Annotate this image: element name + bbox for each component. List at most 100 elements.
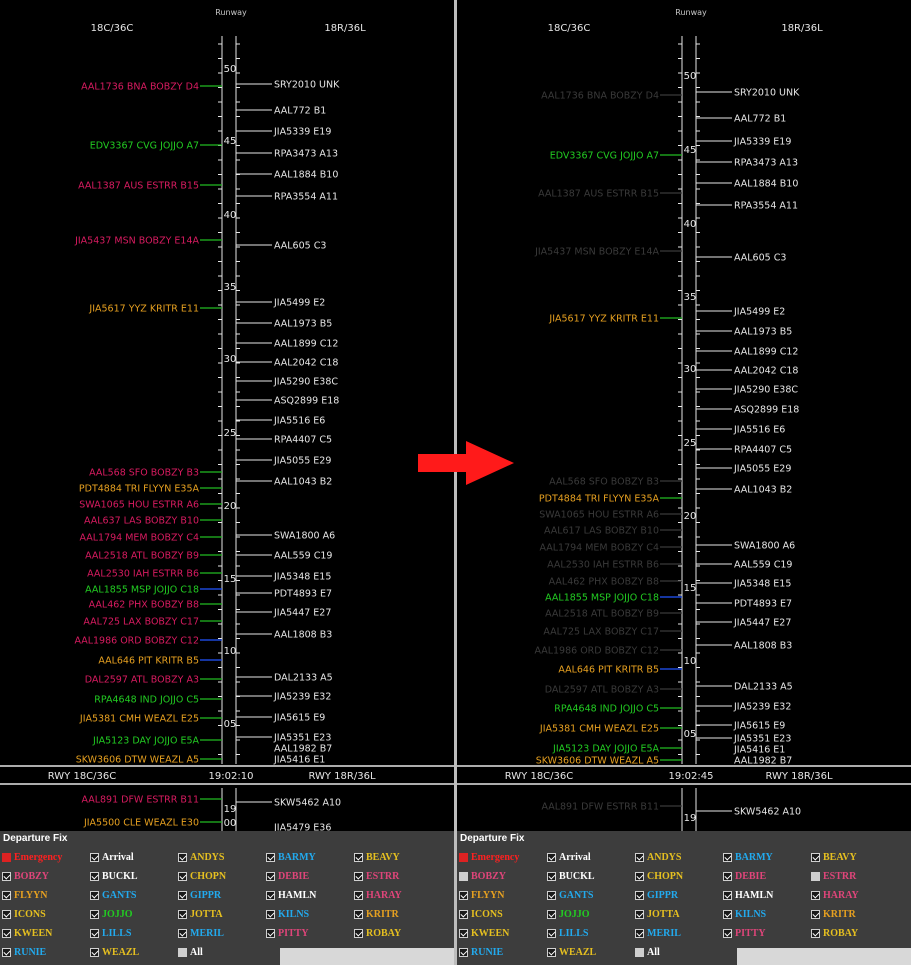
checkbox-icon[interactable]: [266, 891, 275, 900]
fix-checkbox-arrival[interactable]: Arrival: [547, 848, 635, 867]
checkbox-icon[interactable]: [723, 853, 732, 862]
checkbox-icon[interactable]: [547, 910, 556, 919]
arrival-flight-label[interactable]: AAL605 C3: [274, 241, 326, 252]
arrival-flight-label[interactable]: AAL1043 B2: [734, 485, 792, 496]
departure-flight-label[interactable]: AAL462 PHX BOBZY B8: [89, 600, 199, 611]
departure-flight-label[interactable]: AAL2518 ATL BOBZY B9: [545, 609, 659, 620]
checkbox-icon[interactable]: [723, 891, 732, 900]
arrival-flight-label[interactable]: PDT4893 E7: [734, 599, 792, 610]
fix-checkbox-bobzy[interactable]: BOBZY: [459, 867, 547, 886]
departure-flight-label[interactable]: AAL2530 IAH ESTRR B6: [547, 560, 659, 571]
checkbox-icon[interactable]: [2, 891, 11, 900]
departure-flight-label[interactable]: JIA5617 YYZ KRITR E11: [88, 304, 199, 315]
departure-flight-label[interactable]: AAL568 SFO BOBZY B3: [549, 477, 659, 488]
departure-flight-label[interactable]: JIA5123 DAY JOJJO E5A: [552, 744, 659, 755]
departure-flight-label[interactable]: EDV3367 CVG JOJJO A7: [550, 151, 659, 162]
checkbox-icon[interactable]: [811, 853, 820, 862]
fix-checkbox-weazl[interactable]: WEAZL: [90, 943, 178, 962]
departure-flight-label[interactable]: AAL1387 AUS ESTRR B15: [78, 181, 199, 192]
arrival-flight-label[interactable]: JIA5339 E19: [273, 127, 331, 138]
arrival-flight-label[interactable]: ASQ2899 E18: [274, 396, 339, 407]
checkbox-icon[interactable]: [723, 910, 732, 919]
fix-checkbox-weazl[interactable]: WEAZL: [547, 943, 635, 962]
fix-checkbox-all[interactable]: All: [635, 943, 723, 962]
arrival-flight-label[interactable]: AAL2042 C18: [734, 366, 798, 377]
arrival-flight-label[interactable]: SWA1800 A6: [734, 541, 795, 552]
departure-flight-label[interactable]: SWA1065 HOU ESTRR A6: [79, 500, 199, 511]
checkbox-icon[interactable]: [90, 948, 99, 957]
checkbox-icon[interactable]: [723, 872, 732, 881]
departure-flight-label[interactable]: AAL1794 MEM BOBZY C4: [79, 533, 199, 544]
arrival-flight-label[interactable]: SRY2010 UNK: [734, 88, 800, 99]
arrival-flight-label[interactable]: SWA1800 A6: [274, 531, 335, 542]
arrival-flight-label[interactable]: AAL1808 B3: [734, 641, 792, 652]
fix-checkbox-jojjo[interactable]: JOJJO: [90, 905, 178, 924]
fix-checkbox-kween[interactable]: KWEEN: [2, 924, 90, 943]
fix-checkbox-gippr[interactable]: GIPPR: [178, 886, 266, 905]
fix-checkbox-hamln[interactable]: HAMLN: [723, 886, 811, 905]
checkbox-icon[interactable]: [635, 872, 644, 881]
arrival-flight-label[interactable]: AAL1884 B10: [274, 170, 338, 181]
arrival-flight-label[interactable]: JIA5351 E23: [273, 733, 331, 744]
checkbox-icon[interactable]: [459, 948, 468, 957]
arrival-flight-label[interactable]: AAL1973 B5: [734, 327, 792, 338]
departure-flight-label[interactable]: AAL568 SFO BOBZY B3: [89, 468, 199, 479]
departure-flight-label[interactable]: AAL1736 BNA BOBZY D4: [81, 82, 199, 93]
departure-flight-label[interactable]: RPA4648 IND JOJJO C5: [94, 695, 199, 706]
arrival-flight-label[interactable]: JIA5339 E19: [733, 137, 791, 148]
departure-flight-label[interactable]: DAL2597 ATL BOBZY A3: [85, 675, 199, 686]
arrival-flight-label[interactable]: AAL559 C19: [274, 551, 332, 562]
fix-checkbox-buckl[interactable]: BUCKL: [547, 867, 635, 886]
checkbox-icon[interactable]: [2, 910, 11, 919]
fix-checkbox-kilns[interactable]: KILNS: [266, 905, 354, 924]
checkbox-icon[interactable]: [2, 872, 11, 881]
fix-checkbox-icons[interactable]: ICONS: [459, 905, 547, 924]
fix-checkbox-beavy[interactable]: BEAVY: [354, 848, 442, 867]
fix-checkbox-meril[interactable]: MERIL: [178, 924, 266, 943]
fix-checkbox-gippr[interactable]: GIPPR: [635, 886, 723, 905]
departure-flight-label[interactable]: JIA5381 CMH WEAZL E25: [79, 714, 199, 725]
arrival-flight-label[interactable]: AAL1899 C12: [274, 339, 338, 350]
fix-checkbox-meril[interactable]: MERIL: [635, 924, 723, 943]
arrival-flight-label[interactable]: RPA3554 A11: [734, 201, 798, 212]
arrival-flight-label[interactable]: AAL1899 C12: [734, 347, 798, 358]
fix-checkbox-gants[interactable]: GANTS: [90, 886, 178, 905]
fix-checkbox-emergency[interactable]: Emergency: [459, 848, 547, 867]
arrival-flight-label[interactable]: RPA4407 C5: [274, 435, 332, 446]
checkbox-icon[interactable]: [547, 929, 556, 938]
arrival-flight-label[interactable]: AAL1982 B7: [274, 744, 332, 755]
checkbox-icon[interactable]: [635, 929, 644, 938]
arrival-flight-label[interactable]: AAL1884 B10: [734, 179, 798, 190]
departure-flight-label[interactable]: AAL891 DFW ESTRR B11: [541, 802, 659, 813]
arrival-flight-label[interactable]: JIA5348 E15: [733, 579, 791, 590]
departure-flight-label[interactable]: SKW3606 DTW WEAZL A5: [76, 755, 199, 766]
departure-flight-label[interactable]: AAL1986 ORD BOBZY C12: [534, 646, 659, 657]
departure-flight-label[interactable]: AAL1794 MEM BOBZY C4: [539, 543, 659, 554]
departure-flight-label[interactable]: JIA5617 YYZ KRITR E11: [548, 314, 659, 325]
checkbox-icon[interactable]: [547, 853, 556, 862]
arrival-flight-label[interactable]: RPA3473 A13: [274, 149, 338, 160]
arrival-flight-label[interactable]: AAL1043 B2: [274, 477, 332, 488]
fix-checkbox-lills[interactable]: LILLS: [90, 924, 178, 943]
checkbox-icon[interactable]: [178, 929, 187, 938]
arrival-flight-label[interactable]: AAL1973 B5: [274, 319, 332, 330]
arrival-flight-label[interactable]: JIA5055 E29: [733, 464, 791, 475]
checkbox-icon[interactable]: [354, 872, 363, 881]
checkbox-icon[interactable]: [459, 929, 468, 938]
departure-flight-label[interactable]: JIA5500 CLE WEAZL E30: [83, 818, 199, 829]
fix-checkbox-flyyn[interactable]: FLYYN: [459, 886, 547, 905]
departure-flight-label[interactable]: AAL646 PIT KRITR B5: [98, 656, 199, 667]
fix-checkbox-jotta[interactable]: JOTTA: [635, 905, 723, 924]
checkbox-icon[interactable]: [178, 872, 187, 881]
checkbox-icon[interactable]: [178, 853, 187, 862]
checkbox-icon[interactable]: [811, 929, 820, 938]
arrival-flight-label[interactable]: JIA5416 E1: [273, 755, 325, 766]
fix-checkbox-estrr[interactable]: ESTRR: [354, 867, 442, 886]
checkbox-icon[interactable]: [547, 872, 556, 881]
fix-checkbox-haray[interactable]: HARAY: [354, 886, 442, 905]
fix-checkbox-pitty[interactable]: PITTY: [723, 924, 811, 943]
checkbox-icon[interactable]: [459, 910, 468, 919]
departure-flight-label[interactable]: AAL725 LAX BOBZY C17: [83, 617, 199, 628]
checkbox-icon[interactable]: [90, 929, 99, 938]
checkbox-icon[interactable]: [811, 910, 820, 919]
